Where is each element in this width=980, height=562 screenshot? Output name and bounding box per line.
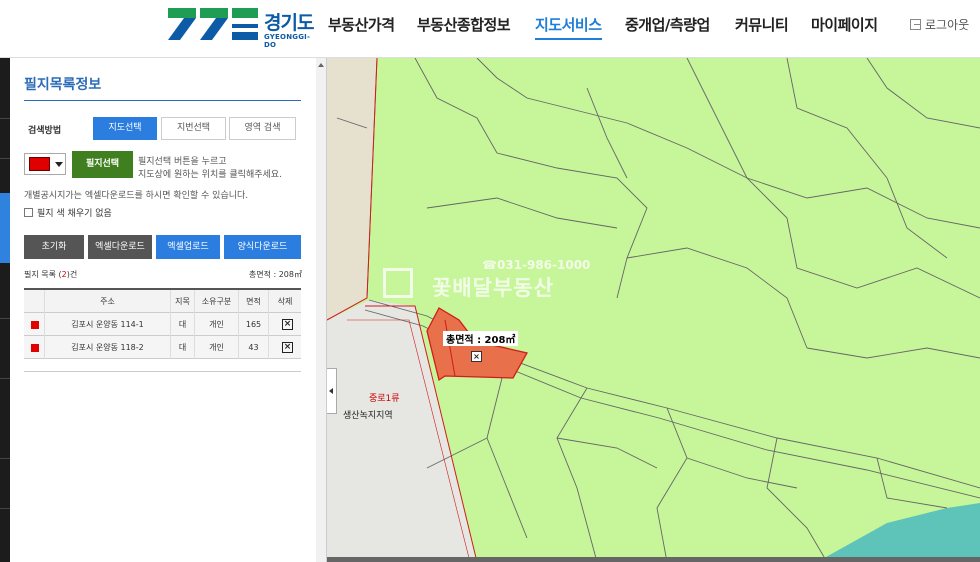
excel-upload-button[interactable]: 엑셀업로드 [156,235,220,259]
col-address: 주소 [44,290,170,313]
color-swatch [29,157,50,171]
nav-community[interactable]: 커뮤니티 [735,14,789,35]
col-delete: 삭제 [268,290,301,313]
parcel-color-marker [31,344,39,352]
table-row[interactable]: 김포시 운양동 114-1 대 개인 165 × [24,313,301,336]
nav-mypage[interactable]: 마이페이지 [811,14,878,35]
nav-property-info[interactable]: 부동산종합정보 [417,14,511,35]
logout-link[interactable]: 로그아웃 [910,16,969,33]
chevron-left-icon [329,388,333,394]
map-canvas[interactable] [327,58,980,562]
delete-row-icon[interactable]: × [282,319,293,330]
map-view[interactable]: ☎031-986-1000 꽃배달부동산 중로1류 생산녹지지역 총면적 : 2… [327,58,980,562]
delete-row-icon[interactable]: × [282,342,293,353]
row-category: 대 [170,336,194,359]
row-address: 김포시 운양동 118-2 [44,336,170,359]
row-area: 165 [238,313,268,336]
logout-icon [910,19,921,30]
rail-divider [0,378,10,379]
fill-checkbox-label: 필지 색 채우기 없음 [37,209,112,219]
parcel-color-marker [31,321,39,329]
site-header: 경기도 GYEONGGI-DO 부동산가격 부동산종합정보 지도서비스 중개업/… [0,0,980,58]
zone-label: 생산녹지지역 [343,411,393,421]
checkbox-box[interactable] [24,208,33,217]
panel-scrollbar[interactable] [316,58,326,562]
row-owner: 개인 [194,313,238,336]
help-text-line2: 지도상에 원하는 위치를 클릭해주세요. [138,170,282,180]
row-address: 김포시 운양동 114-1 [44,313,170,336]
parcel-count: 필지 목록 (2)건 [24,269,77,280]
logout-label: 로그아웃 [925,18,970,32]
col-color [24,290,44,313]
parcel-list-panel: 필지목록정보 검색방법 지도선택 지번선택 영역 검색 필지선택 필지선택 버튼… [10,58,327,562]
table-divider [24,371,301,372]
table-header: 주소 지목 소유구분 면적 삭제 [24,290,301,313]
road-label: 중로1류 [369,394,400,404]
row-owner: 개인 [194,336,238,359]
parcel-color-picker[interactable] [24,153,66,175]
nav-map-service[interactable]: 지도서비스 [535,14,602,40]
logo-mark-icon [168,8,258,40]
tab-area-search[interactable]: 영역 검색 [229,117,296,140]
logo-text-en: GYEONGGI-DO [264,33,311,49]
template-download-button[interactable]: 양식다운로드 [224,235,301,259]
search-method-label: 검색방법 [28,126,62,136]
chevron-down-icon [55,162,63,167]
row-area: 43 [238,336,268,359]
side-menu-rail[interactable] [0,58,10,562]
count-prefix: 필지 목록 ( [24,270,62,279]
watermark-logo-icon [383,268,413,298]
excel-download-button[interactable]: 엑셀다운로드 [88,235,152,259]
help-text-line1: 필지선택 버튼을 누르고 [138,157,227,167]
parcel-select-button[interactable]: 필지선택 [72,151,133,178]
watermark-phone: ☎031-986-1000 [482,258,591,272]
rail-divider [0,158,10,159]
tab-map-select[interactable]: 지도선택 [93,117,157,140]
app-root: 경기도 GYEONGGI-DO 부동산가격 부동산종합정보 지도서비스 중개업/… [0,0,980,562]
rail-divider [0,458,10,459]
panel-title: 필지목록정보 [24,74,301,101]
col-area: 면적 [238,290,268,313]
table-row[interactable]: 김포시 운양동 118-2 대 개인 43 × [24,336,301,359]
collapse-panel-button[interactable] [327,368,337,414]
fill-color-checkbox[interactable]: 필지 색 채우기 없음 [24,206,112,219]
rail-divider [0,508,10,509]
rail-divider [0,118,10,119]
reset-button[interactable]: 초기화 [24,235,84,259]
logo-text-ko: 경기도 [264,12,314,34]
col-owner: 소유구분 [194,290,238,313]
total-area: 총면적 : 208㎡ [248,270,302,279]
nav-property-price[interactable]: 부동산가격 [328,14,395,35]
watermark-name: 꽃배달부동산 [432,276,554,300]
gyeonggi-logo[interactable]: 경기도 GYEONGGI-DO [168,8,316,49]
scroll-up-icon[interactable] [318,63,324,67]
tab-lot-select[interactable]: 지번선택 [161,117,226,140]
parcel-table: 주소 지목 소유구분 면적 삭제 김포시 운양동 114-1 대 개인 165 … [24,288,301,359]
close-icon[interactable]: × [471,351,482,362]
notice-text: 개별공시지가는 엑셀다운로드를 하시면 확인할 수 있습니다. [24,191,249,201]
map-scrollbar[interactable] [327,557,980,562]
nav-broker-survey[interactable]: 중개업/측량업 [625,14,710,35]
rail-divider [0,318,10,319]
row-category: 대 [170,313,194,336]
count-suffix: )건 [66,270,78,279]
col-category: 지목 [170,290,194,313]
total-area-popup: 총면적 : 208㎡ [443,331,519,346]
rail-active-item[interactable] [0,193,10,263]
